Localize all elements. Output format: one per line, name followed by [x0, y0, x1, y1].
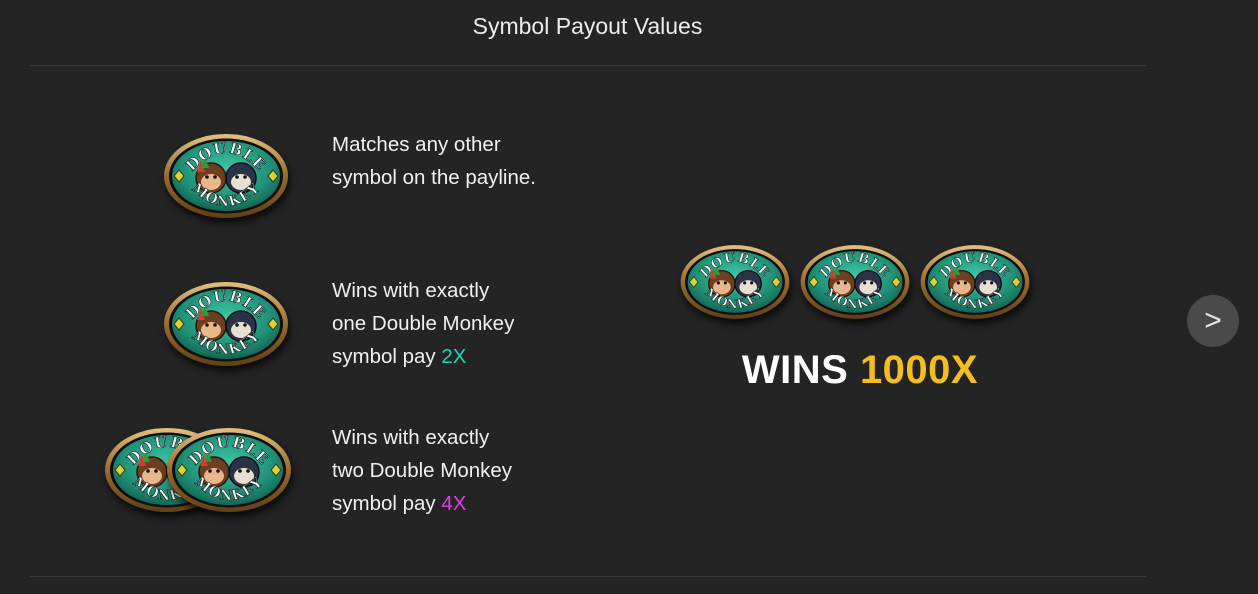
- combo-wins-label: WINS: [741, 348, 849, 392]
- row-3-line-1: Wins with exactly: [332, 426, 490, 449]
- multiplier-4x: 4X: [441, 492, 467, 515]
- combo-payout: WINS 1000X: [700, 348, 1020, 393]
- multiplier-2x: 2X: [441, 345, 467, 368]
- combo-symbol-icon-3: [918, 238, 1032, 326]
- multiplier-1000x: 1000X: [859, 348, 979, 392]
- footer-divider: [30, 576, 1146, 577]
- row-3-line-2: two Double Monkey: [332, 459, 513, 482]
- next-page-button[interactable]: >: [1187, 295, 1239, 347]
- row-2-line-3: symbol pay 2X: [332, 340, 514, 373]
- double-monkey-symbol-icon: [161, 278, 291, 370]
- row-1-line-1: Matches any other: [332, 133, 501, 156]
- row-2-line-2: one Double Monkey: [332, 312, 515, 335]
- row-1-line-2: symbol on the payline.: [332, 166, 536, 189]
- row-1-description: Matches any other symbol on the payline.: [332, 128, 536, 194]
- row-3-description: Wins with exactly two Double Monkey symb…: [332, 421, 512, 520]
- header-divider: [30, 65, 1146, 66]
- row-2-pay-text: symbol pay: [332, 345, 442, 368]
- row-2-line-1: Wins with exactly: [332, 279, 490, 302]
- combo-symbol-icon-2: [798, 238, 912, 326]
- row-3-pay-text: symbol pay: [332, 492, 442, 515]
- combo-symbol-icon-1: [678, 238, 792, 326]
- double-monkey-symbol-icon-front: [164, 424, 294, 516]
- row-3-line-3: symbol pay 4X: [332, 487, 512, 520]
- row-2-description: Wins with exactly one Double Monkey symb…: [332, 274, 514, 373]
- page-title: Symbol Payout Values: [472, 13, 703, 39]
- chevron-right-icon: >: [1204, 304, 1222, 337]
- double-monkey-wild-symbol-icon: [161, 130, 291, 222]
